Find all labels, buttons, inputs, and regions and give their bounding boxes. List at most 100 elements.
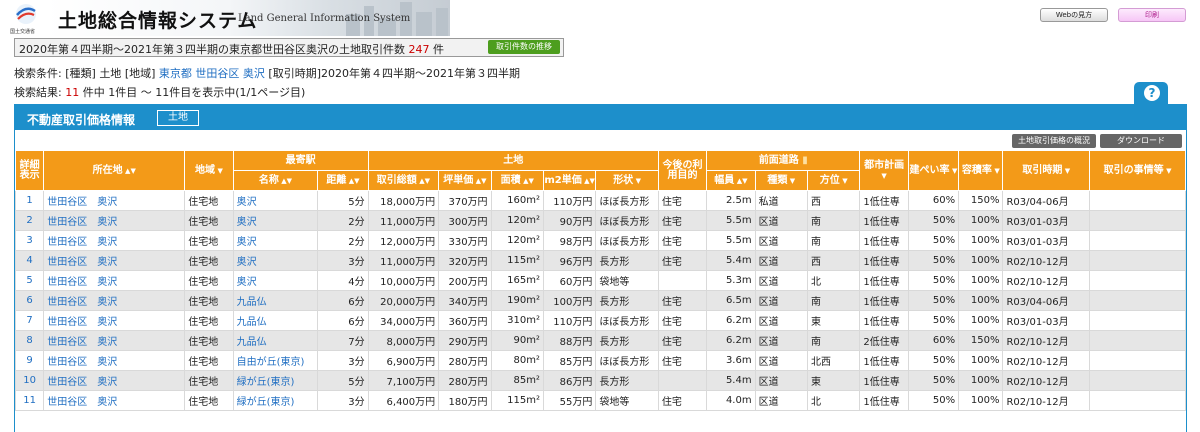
count-description: 2020年第４四半期～2021年第３四半期の東京都世田谷区奥沢の土地取引件数 [19,43,405,56]
col-road-type[interactable]: 種類 [754,170,808,191]
type-key: [種類] [65,67,96,80]
row-station[interactable]: 九品仏 [232,330,319,351]
row-detail-link[interactable]: 8 [14,330,45,351]
row-district[interactable]: 奥沢 [97,297,117,308]
row-location[interactable]: 世田谷区 奥沢 [43,230,186,251]
land-price-overview-button[interactable]: 土地取引価格の概況 [1012,134,1096,148]
col-station-name[interactable]: 名称 [232,170,319,191]
col-area[interactable]: 面積 [490,170,544,191]
col-station-distance[interactable]: 距離 [317,170,369,191]
col-m2-price[interactable]: m2単価 [542,170,597,191]
row-district[interactable]: 奥沢 [97,197,117,208]
row-location[interactable]: 世田谷区 奥沢 [43,350,186,371]
col-road-direction[interactable]: 方位 [806,170,861,191]
print-button[interactable]: 印刷 [1118,8,1186,22]
download-button[interactable]: ダウンロード [1100,134,1182,148]
row-location[interactable]: 世田谷区 奥沢 [43,290,186,311]
row-station[interactable]: 奥沢 [232,190,319,211]
row-station[interactable]: 九品仏 [232,290,319,311]
row-city[interactable]: 世田谷区 [47,237,87,248]
row-district[interactable]: 奥沢 [97,337,117,348]
row-distance: 3分 [317,390,369,411]
row-district[interactable]: 奥沢 [97,237,117,248]
col-far[interactable]: 容積率 [958,150,1004,191]
col-road-width[interactable]: 幅員 [706,170,756,191]
row-detail-link[interactable]: 7 [14,310,45,331]
row-district[interactable]: 奥沢 [97,357,117,368]
row-coverage: 50% [907,230,960,251]
row-location[interactable]: 世田谷区 奥沢 [43,210,186,231]
row-m2-price: 110万円 [542,190,597,211]
row-location[interactable]: 世田谷区 奥沢 [43,370,186,391]
panel-title: 不動産取引価格情報 [27,113,136,127]
row-road-width: 3.6m [706,350,756,371]
row-district[interactable]: 奥沢 [97,217,117,228]
row-location[interactable]: 世田谷区 奥沢 [43,250,186,271]
row-city[interactable]: 世田谷区 [47,317,87,328]
count-trend-button[interactable]: 取引件数の推移 [488,40,560,54]
row-location[interactable]: 世田谷区 奥沢 [43,330,186,351]
row-station[interactable]: 自由が丘(東京) [232,350,319,371]
row-detail-link[interactable]: 3 [14,230,45,251]
col-tsubo-price[interactable]: 坪単価 [438,170,492,191]
row-station[interactable]: 奥沢 [232,270,319,291]
row-period: R03/04-06月 [1002,190,1091,211]
chart-icon[interactable]: ▮ [802,155,808,166]
col-circumstance[interactable]: 取引の事情等 [1089,150,1186,191]
col-coverage[interactable]: 建ぺい率 [907,150,960,191]
row-station[interactable]: 奥沢 [232,210,319,231]
row-station[interactable]: 奥沢 [232,230,319,251]
row-detail-link[interactable]: 11 [14,390,45,411]
row-location[interactable]: 世田谷区 奥沢 [43,190,186,211]
row-detail-link[interactable]: 2 [14,210,45,231]
row-detail-link[interactable]: 6 [14,290,45,311]
row-detail-link[interactable]: 9 [14,350,45,371]
row-detail-link[interactable]: 4 [14,250,45,271]
col-shape[interactable]: 形状 [595,170,659,191]
row-tsubo-price: 280万円 [438,350,492,371]
row-tsubo-price: 180万円 [438,390,492,411]
help-tab[interactable]: ? [1134,82,1168,104]
row-district[interactable]: 奥沢 [97,397,117,408]
row-detail-link[interactable]: 5 [14,270,45,291]
row-use: 住宅 [657,330,708,351]
row-location[interactable]: 世田谷区 奥沢 [43,390,186,411]
col-period[interactable]: 取引時期 [1002,150,1091,191]
question-icon[interactable]: ? [1144,85,1160,101]
row-period: R02/10-12月 [1002,370,1091,391]
row-city[interactable]: 世田谷区 [47,377,87,388]
row-location[interactable]: 世田谷区 奥沢 [43,310,186,331]
row-city[interactable]: 世田谷区 [47,337,87,348]
row-station[interactable]: 奥沢 [232,250,319,271]
row-city[interactable]: 世田谷区 [47,217,87,228]
district-link[interactable]: 奥沢 [243,67,265,80]
row-district[interactable]: 奥沢 [97,377,117,388]
count-number: 247 [408,43,430,56]
row-location[interactable]: 世田谷区 奥沢 [43,270,186,291]
row-district[interactable]: 奥沢 [97,317,117,328]
row-city[interactable]: 世田谷区 [47,297,87,308]
row-station[interactable]: 九品仏 [232,310,319,331]
row-district[interactable]: 奥沢 [97,277,117,288]
row-station[interactable]: 緑が丘(東京) [232,370,319,391]
row-district[interactable]: 奥沢 [97,257,117,268]
col-region[interactable]: 地域 [184,150,234,191]
row-city[interactable]: 世田谷区 [47,197,87,208]
count-unit: 件 [433,43,444,56]
col-total-price[interactable]: 取引総額 [367,170,440,191]
row-detail-link[interactable]: 1 [14,190,45,211]
col-use[interactable]: 今後の利用目的 [657,150,708,191]
row-city[interactable]: 世田谷区 [47,397,87,408]
row-city[interactable]: 世田谷区 [47,257,87,268]
web-guide-button[interactable]: Webの見方 [1040,8,1108,22]
row-city[interactable]: 世田谷区 [47,357,87,368]
row-detail-link[interactable]: 10 [14,370,45,391]
row-station[interactable]: 緑が丘(東京) [232,390,319,411]
row-coverage: 50% [907,210,960,231]
row-city[interactable]: 世田谷区 [47,277,87,288]
prefecture-link[interactable]: 東京都 [159,67,192,80]
col-plan[interactable]: 都市計画 [859,150,909,191]
row-tsubo-price: 280万円 [438,370,492,391]
city-link[interactable]: 世田谷区 [195,67,239,80]
col-location[interactable]: 所在地 [43,150,186,191]
